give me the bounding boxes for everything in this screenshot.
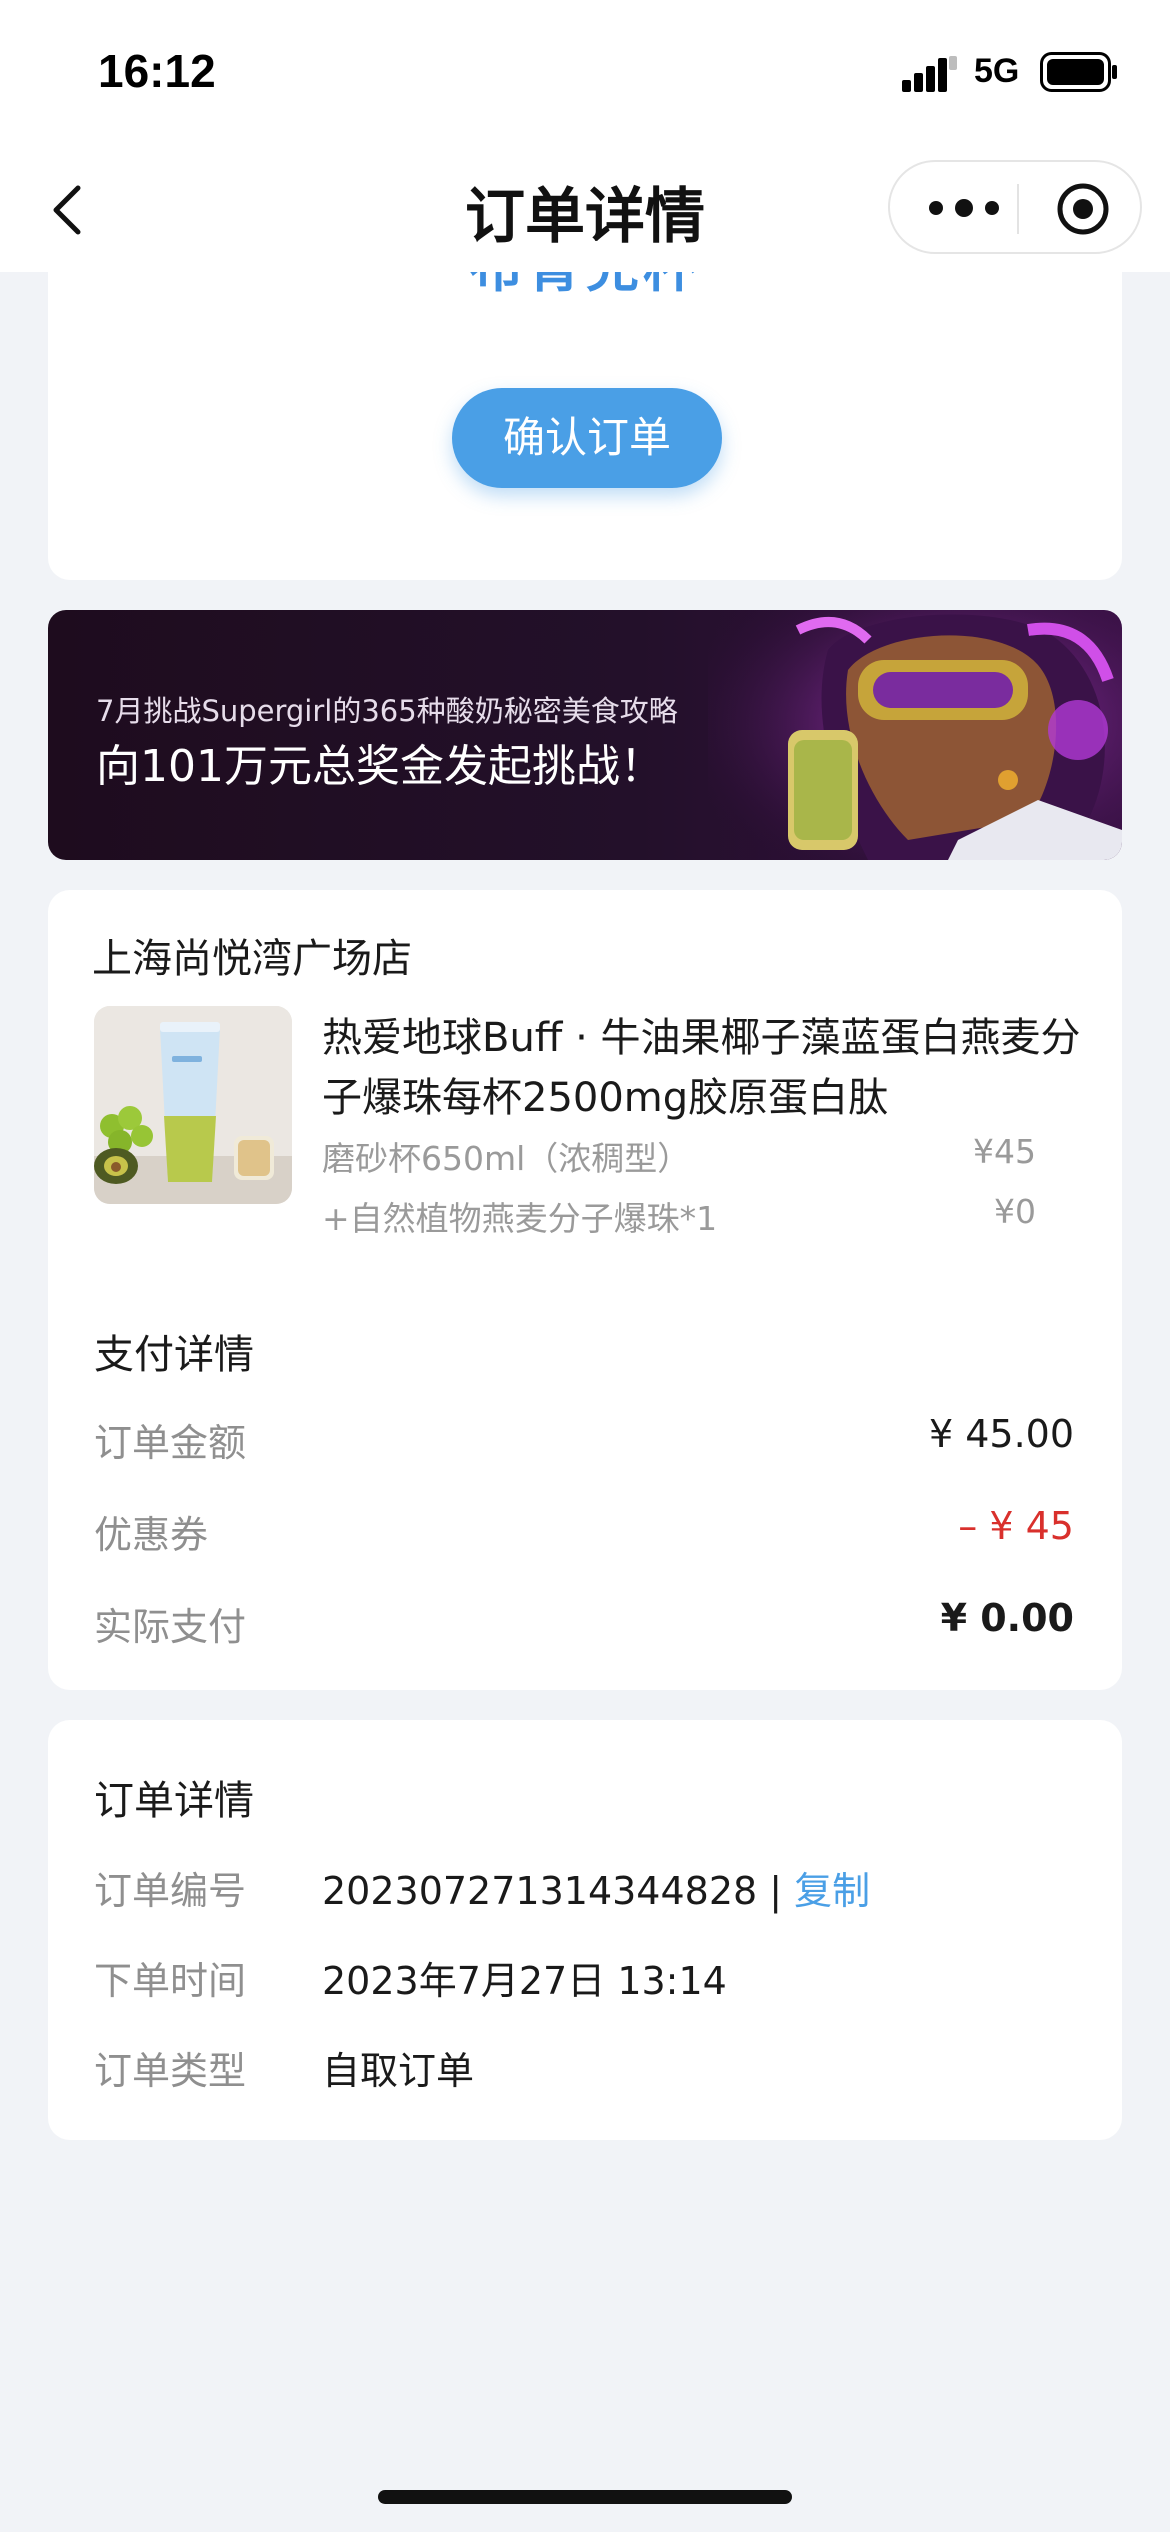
product-image[interactable] bbox=[94, 1006, 292, 1204]
order-number-value: 2023072713143448​28 bbox=[322, 1869, 758, 1913]
payment-section-title: 支付详情 bbox=[94, 1332, 254, 1378]
status-time: 16:12 bbox=[98, 45, 216, 97]
home-indicator[interactable] bbox=[378, 2490, 792, 2504]
navigation-bar: 订单详情 bbox=[0, 140, 1170, 272]
banner-character-illustration bbox=[708, 610, 1122, 860]
more-options-icon[interactable] bbox=[926, 196, 1002, 220]
addon-label: +自然植物燕麦分子爆珠*1 bbox=[322, 1199, 718, 1238]
order-amount-value: ¥ 45.00 bbox=[928, 1412, 1074, 1456]
product-addon-row: +自然植物燕麦分子爆珠*1 ¥0 bbox=[322, 1192, 1036, 1240]
order-time-value: 2023年7月27日 13:14 bbox=[322, 1959, 727, 2003]
order-summary-card: 上海尚悦湾广场店 热爱地球Buff · 牛油果椰子藻蓝蛋白燕麦分子爆珠每杯250… bbox=[48, 890, 1122, 1690]
banner-title: 向101万元总奖金发起挑战！ bbox=[96, 741, 664, 792]
copy-separator: | bbox=[757, 1869, 795, 1913]
cellular-signal-icon bbox=[902, 56, 957, 92]
status-bar: 16:12 5G bbox=[0, 0, 1170, 150]
actual-payment-value: ¥ 0.00 bbox=[940, 1596, 1074, 1640]
coupon-row: 优惠券 – ¥ 45 bbox=[94, 1504, 1074, 1559]
order-number-value-wrap: 2023072713143448​28 | 复制 bbox=[322, 1860, 870, 1915]
mini-program-capsule bbox=[888, 160, 1142, 254]
confirm-order-button[interactable]: 确认订单 bbox=[452, 388, 722, 488]
capsule-divider bbox=[1017, 184, 1019, 234]
actual-payment-row: 实际支付 ¥ 0.00 bbox=[94, 1596, 1074, 1651]
store-name: 上海尚悦湾广场店 bbox=[92, 936, 412, 982]
spec-label: 磨砂杯650ml（浓稠型） bbox=[322, 1139, 691, 1178]
order-amount-label: 订单金额 bbox=[94, 1421, 247, 1465]
redeem-card: 布青兑杯 确认订单 bbox=[48, 240, 1122, 580]
product-name: 热爱地球Buff · 牛油果椰子藻蓝蛋白燕麦分子爆珠每杯2500mg胶原蛋白肽 bbox=[322, 1015, 1081, 1121]
copy-order-number-link[interactable]: 复制 bbox=[794, 1869, 870, 1913]
product-spec-row: 磨砂杯650ml（浓稠型） ¥45 bbox=[322, 1132, 1036, 1180]
order-number-label: 订单编号 bbox=[94, 1869, 247, 1913]
promo-banner[interactable]: 7月挑战Supergirl的365种酸奶秘密美食攻略 向101万元总奖金发起挑战… bbox=[48, 610, 1122, 860]
banner-subtitle: 7月挑战Supergirl的365种酸奶秘密美食攻略 bbox=[96, 694, 678, 728]
order-time-label: 下单时间 bbox=[94, 1959, 247, 2003]
addon-price: ¥0 bbox=[994, 1192, 1036, 1231]
actual-payment-label: 实际支付 bbox=[94, 1605, 247, 1649]
order-detail-page: 16:12 5G 订单详情 布青兑杯 确认订单 7月挑战Supergirl的36… bbox=[0, 0, 1170, 2532]
order-type-value: 自取订单 bbox=[322, 2049, 475, 2093]
order-info-card: 订单详情 订单编号 2023072713143448​28 | 复制 下单时间 … bbox=[48, 1720, 1122, 2140]
order-type-label: 订单类型 bbox=[94, 2049, 247, 2093]
spec-price: ¥45 bbox=[973, 1132, 1036, 1171]
close-mini-program-icon[interactable] bbox=[1056, 182, 1110, 236]
coupon-value: – ¥ 45 bbox=[958, 1504, 1074, 1548]
network-type: 5G bbox=[974, 52, 1020, 90]
battery-icon bbox=[1040, 52, 1117, 92]
order-amount-row: 订单金额 ¥ 45.00 bbox=[94, 1412, 1074, 1467]
coupon-label: 优惠券 bbox=[94, 1513, 209, 1557]
order-info-title: 订单详情 bbox=[94, 1778, 254, 1824]
